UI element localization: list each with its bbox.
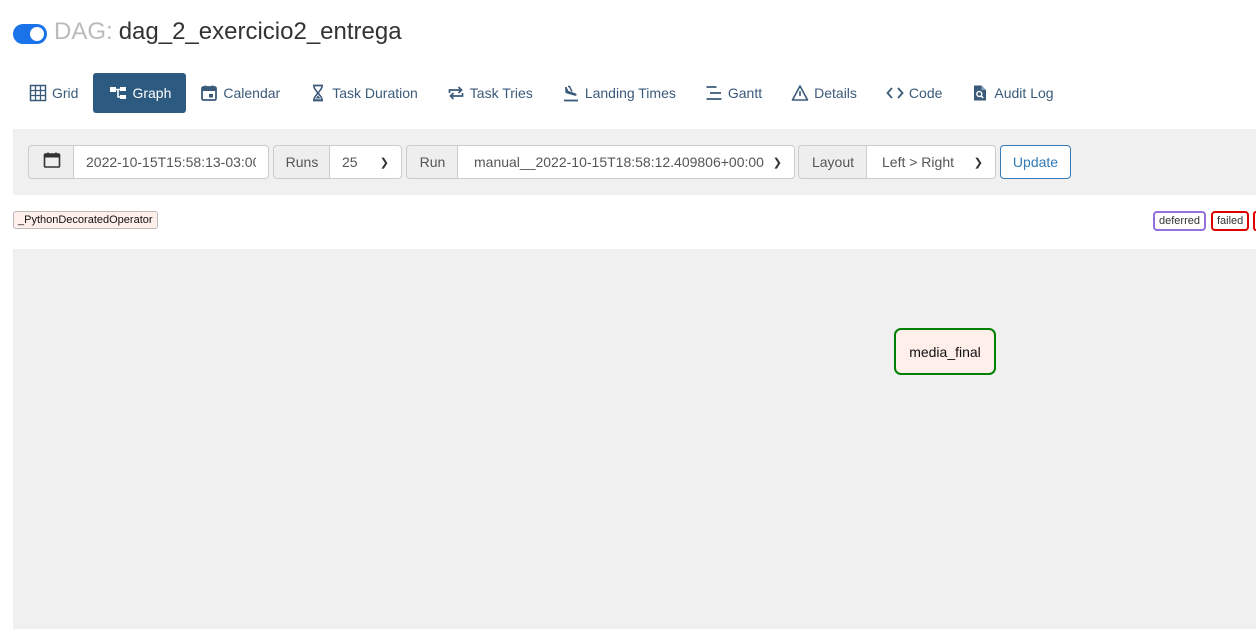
- graph-controls: Runs 25 ❯ Run manual__2022-10-15T18:58:1…: [13, 129, 1256, 195]
- layout-label: Layout: [798, 145, 867, 179]
- chevron-down-icon: ❯: [772, 156, 782, 169]
- tab-graph-label: Graph: [132, 85, 172, 101]
- base-date-input[interactable]: [73, 145, 269, 179]
- date-picker-button[interactable]: [28, 145, 74, 179]
- tab-details[interactable]: Details: [777, 73, 872, 113]
- plane-landing-icon: [562, 84, 580, 102]
- file-search-icon: [971, 84, 989, 102]
- tab-landing-times[interactable]: Landing Times: [548, 73, 691, 113]
- layout-select-value: Left > Right: [882, 154, 954, 170]
- gantt-icon: [705, 84, 723, 102]
- code-icon: [886, 84, 904, 102]
- runs-select-value: 25: [342, 154, 358, 170]
- operator-legend[interactable]: _PythonDecoratedOperator: [13, 211, 158, 229]
- run-select-value: manual__2022-10-15T18:58:12.409806+00:00: [474, 154, 764, 170]
- run-label: Run: [406, 145, 458, 179]
- layout-select[interactable]: Left > Right ❯: [866, 145, 996, 179]
- tab-task-tries[interactable]: Task Tries: [433, 73, 548, 113]
- chevron-down-icon: ❯: [973, 156, 983, 169]
- update-button[interactable]: Update: [1000, 145, 1071, 179]
- calendar-icon: [43, 151, 61, 174]
- tab-grid[interactable]: Grid: [15, 73, 93, 113]
- tab-gantt-label: Gantt: [727, 85, 763, 101]
- runs-label: Runs: [273, 145, 330, 179]
- task-node[interactable]: media_final: [894, 328, 996, 375]
- dag-id: dag_2_exercicio2_entrega: [118, 18, 402, 45]
- tab-calendar[interactable]: Calendar: [186, 73, 295, 113]
- tab-landing-times-label: Landing Times: [584, 85, 676, 101]
- dag-label: DAG:: [54, 18, 113, 45]
- run-select[interactable]: manual__2022-10-15T18:58:12.409806+00:00…: [457, 145, 795, 179]
- tab-gantt[interactable]: Gantt: [691, 73, 777, 113]
- tab-details-label: Details: [814, 85, 857, 101]
- toggle-knob: [30, 27, 44, 41]
- tab-task-tries-label: Task Tries: [469, 85, 533, 101]
- tab-graph[interactable]: Graph: [93, 73, 187, 113]
- state-legend-deferred[interactable]: deferred: [1153, 211, 1206, 231]
- tab-task-duration-label: Task Duration: [332, 85, 418, 101]
- grid-icon: [29, 84, 47, 102]
- tab-code-label: Code: [908, 85, 943, 101]
- tab-audit-log[interactable]: Audit Log: [957, 73, 1068, 113]
- graph-icon: [109, 84, 127, 102]
- repeat-icon: [447, 84, 465, 102]
- warning-triangle-icon: [791, 84, 809, 102]
- view-tabs: Grid Graph Calendar Task Duration Task T…: [15, 73, 1069, 113]
- runs-select[interactable]: 25 ❯: [329, 145, 402, 179]
- tab-audit-log-label: Audit Log: [994, 85, 1054, 101]
- hourglass-icon: [309, 84, 327, 102]
- dag-pause-toggle[interactable]: [13, 24, 47, 44]
- page-header: DAG: dag_2_exercicio2_entrega: [13, 18, 402, 46]
- tab-task-duration[interactable]: Task Duration: [295, 73, 433, 113]
- chevron-down-icon: ❯: [379, 156, 389, 169]
- tab-grid-label: Grid: [52, 85, 79, 101]
- state-legend-failed[interactable]: failed: [1211, 211, 1250, 231]
- calendar-icon: [200, 84, 218, 102]
- tab-calendar-label: Calendar: [223, 85, 281, 101]
- graph-canvas[interactable]: media_final: [13, 249, 1256, 629]
- tab-code[interactable]: Code: [872, 73, 957, 113]
